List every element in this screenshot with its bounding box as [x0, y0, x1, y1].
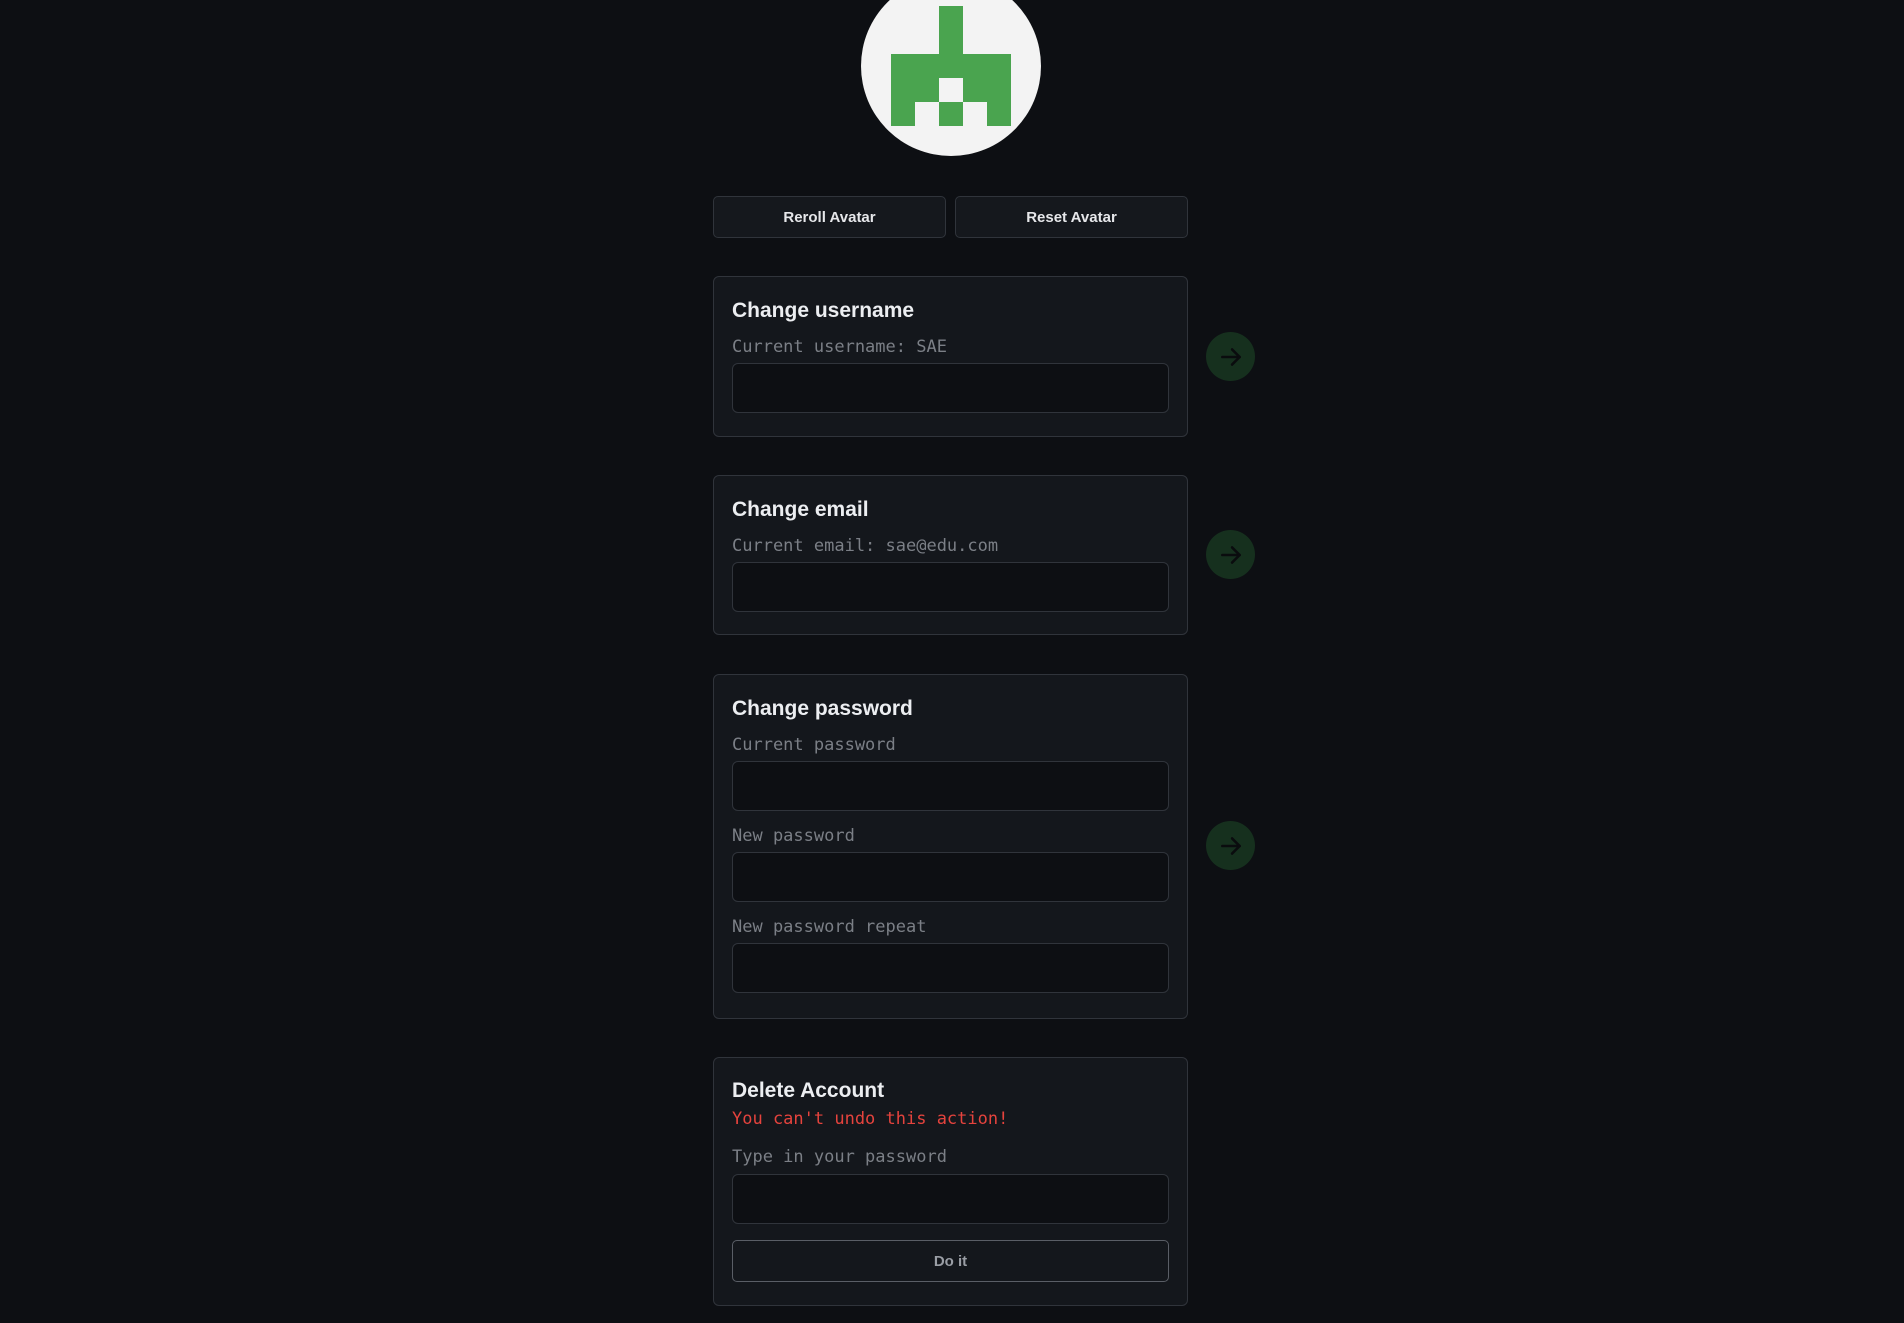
delete-password-label: Type in your password	[732, 1147, 947, 1167]
card-title: Delete Account	[732, 1079, 885, 1102]
new-password-input[interactable]	[732, 852, 1169, 902]
account-settings-page: Reroll Avatar Reset Avatar Change userna…	[0, 0, 1904, 1323]
current-password-input[interactable]	[732, 761, 1169, 811]
current-username-label: Current username: SAE	[732, 337, 947, 357]
delete-password-input[interactable]	[732, 1174, 1169, 1224]
arrow-right-icon	[1220, 347, 1241, 366]
new-password-label: New password	[732, 826, 855, 846]
submit-password-button[interactable]	[1206, 821, 1255, 870]
delete-account-card: Delete Account You can't undo this actio…	[713, 1057, 1188, 1306]
email-input[interactable]	[732, 562, 1169, 612]
username-input[interactable]	[732, 363, 1169, 413]
delete-account-button[interactable]: Do it	[732, 1240, 1169, 1282]
identicon-icon	[891, 6, 1011, 126]
avatar-actions: Reroll Avatar Reset Avatar	[713, 196, 1188, 238]
card-title: Change password	[732, 697, 913, 720]
new-password-repeat-label: New password repeat	[732, 917, 927, 937]
arrow-right-icon	[1220, 545, 1241, 564]
reset-avatar-button[interactable]: Reset Avatar	[955, 196, 1188, 238]
new-password-repeat-input[interactable]	[732, 943, 1169, 993]
change-username-card: Change username Current username: SAE	[713, 276, 1188, 437]
change-email-card: Change email Current email: sae@edu.com	[713, 475, 1188, 635]
submit-email-button[interactable]	[1206, 530, 1255, 579]
card-title: Change email	[732, 498, 869, 521]
current-email-label: Current email: sae@edu.com	[732, 536, 999, 556]
arrow-right-icon	[1220, 836, 1241, 855]
change-password-card: Change password Current password New pas…	[713, 674, 1188, 1019]
reroll-avatar-button[interactable]: Reroll Avatar	[713, 196, 946, 238]
card-title: Change username	[732, 299, 915, 322]
avatar	[861, 0, 1041, 156]
current-password-label: Current password	[732, 735, 896, 755]
delete-warning: You can't undo this action!	[732, 1109, 1009, 1129]
submit-username-button[interactable]	[1206, 332, 1255, 381]
